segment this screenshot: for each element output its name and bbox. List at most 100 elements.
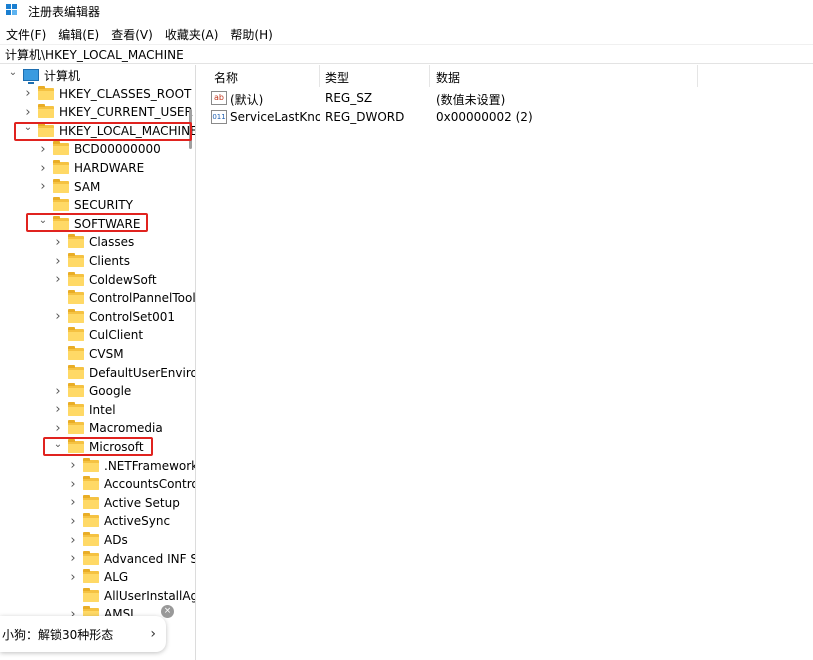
tree-item[interactable]: CulClient <box>53 326 143 344</box>
value-data: (数值未设置) <box>436 93 506 107</box>
column-type[interactable]: 类型 <box>325 69 349 86</box>
chevron-right-icon[interactable]: › <box>53 235 63 250</box>
tree-item[interactable]: › BCD00000000 <box>38 140 161 158</box>
string-value-icon: ab <box>211 91 227 105</box>
chevron-right-icon[interactable]: › <box>68 458 78 473</box>
tree-item[interactable]: AllUserInstallAg <box>68 587 196 605</box>
chevron-right-icon[interactable]: › <box>53 402 63 417</box>
chevron-right-icon[interactable]: › <box>68 551 78 566</box>
chevron-right-icon[interactable]: › <box>68 514 78 529</box>
toast-text: 小狗：解锁30种形态 <box>2 627 114 642</box>
column-divider[interactable] <box>697 65 698 87</box>
tree-item-label: Intel <box>89 402 116 417</box>
notification-toast[interactable]: 小狗：解锁30种形态 › <box>0 616 166 652</box>
folder-icon <box>53 160 69 174</box>
chevron-right-icon[interactable]: › <box>53 272 63 287</box>
folder-icon <box>83 532 99 546</box>
folder-icon <box>83 569 99 584</box>
tree-item[interactable]: › Clients <box>53 252 130 270</box>
title-bar: 注册表编辑器 <box>0 0 813 22</box>
chevron-right-icon[interactable]: › <box>53 254 63 269</box>
value-name: ServiceLastKno... <box>230 110 320 124</box>
tree-item[interactable]: › ALG <box>68 568 128 586</box>
tree-item[interactable]: › ActiveSync <box>68 512 170 530</box>
tree-item[interactable]: › HKEY_CLASSES_ROOT <box>23 85 191 103</box>
chevron-right-icon[interactable]: › <box>38 161 48 176</box>
tree-item[interactable]: › ControlSet001 <box>53 308 175 326</box>
menu-view[interactable]: 查看(V) <box>111 26 153 43</box>
tree-item-label: AccountsControl <box>104 477 196 492</box>
tree-item[interactable]: › Classes <box>53 233 134 251</box>
column-divider[interactable] <box>429 65 430 87</box>
address-bar[interactable]: 计算机\HKEY_LOCAL_MACHINE <box>0 44 813 64</box>
value-row[interactable]: 011 ServiceLastKno... REG_DWORD 0x000000… <box>205 108 813 127</box>
folder-icon <box>83 550 99 565</box>
highlight-microsoft <box>43 437 153 456</box>
tree-item[interactable]: › Active Setup <box>68 494 180 512</box>
tree-item[interactable]: › Google <box>53 382 131 400</box>
tree-item[interactable]: CVSM <box>53 345 124 363</box>
tree-item[interactable]: › Intel <box>53 401 116 419</box>
chevron-placeholder <box>68 591 78 601</box>
tree-item-label: Clients <box>89 254 130 268</box>
tree-item-label: AllUserInstallAg <box>104 588 196 603</box>
tree-item-label: HKEY_CLASSES_ROOT <box>59 86 192 101</box>
chevron-down-icon[interactable]: ⌄ <box>8 67 18 78</box>
tree-pane[interactable]: ⌄ 计算机 › HKEY_CLASSES_ROOT › HKEY_CURRENT_USER… <box>0 65 196 660</box>
folder-icon <box>68 383 84 398</box>
tree-item[interactable]: › HKEY_CURRENT_USER <box>23 103 193 121</box>
tree-item[interactable]: › ADs <box>68 531 128 549</box>
tree-item-label: ControlPannelTool <box>89 291 196 306</box>
tree-item-label: SAM <box>74 179 101 194</box>
tree-item-label: Active Setup <box>104 495 180 510</box>
menu-file[interactable]: 文件(F) <box>6 26 46 43</box>
tree-item[interactable]: › .NETFramework <box>68 457 195 475</box>
tree-scrollbar[interactable] <box>187 65 193 660</box>
chevron-right-icon[interactable]: › <box>53 309 63 324</box>
tree-item[interactable]: › HARDWARE <box>38 159 144 177</box>
chevron-right-icon[interactable]: › <box>23 105 33 120</box>
folder-icon <box>68 234 84 249</box>
close-icon[interactable]: × <box>161 605 174 618</box>
column-data[interactable]: 数据 <box>436 69 460 86</box>
chevron-right-icon[interactable]: › <box>150 626 156 642</box>
chevron-placeholder <box>53 368 63 378</box>
tree-item[interactable]: › Macromedia <box>53 419 163 437</box>
value-row[interactable]: ab (默认) REG_SZ (数值未设置) <box>205 89 813 108</box>
folder-icon <box>53 197 69 212</box>
tree-item-label: Macromedia <box>89 421 163 436</box>
chevron-right-icon[interactable]: › <box>68 477 78 492</box>
values-pane[interactable]: 名称 类型 数据 ab (默认) REG_SZ (数值未设置) 011 Serv… <box>205 65 813 660</box>
value-name: (默认) <box>230 93 264 107</box>
chevron-right-icon[interactable]: › <box>23 86 33 101</box>
tree-item[interactable]: › AccountsControl <box>68 475 196 493</box>
folder-icon <box>68 253 84 267</box>
menu-edit[interactable]: 编辑(E) <box>58 26 99 43</box>
tree-item[interactable]: ControlPannelTool <box>53 289 196 307</box>
folder-icon <box>83 513 99 528</box>
tree-item[interactable]: ⌄ 计算机 <box>8 66 80 84</box>
column-divider[interactable] <box>319 65 320 87</box>
tree-item[interactable]: DefaultUserEnviron <box>53 364 195 382</box>
tree-item-label: ActiveSync <box>104 514 171 529</box>
folder-icon <box>53 178 69 193</box>
chevron-right-icon[interactable]: › <box>38 179 48 194</box>
chevron-right-icon[interactable]: › <box>68 570 78 585</box>
tree-item-label: 计算机 <box>44 68 81 83</box>
tree-item[interactable]: › Advanced INF S <box>68 550 195 568</box>
chevron-right-icon[interactable]: › <box>38 142 48 157</box>
registry-editor-icon <box>6 4 20 18</box>
tree-item[interactable]: › SAM <box>38 178 100 196</box>
column-name[interactable]: 名称 <box>214 69 238 86</box>
tree-item[interactable]: SECURITY <box>38 196 133 214</box>
tree-item-label: CVSM <box>89 347 124 361</box>
chevron-right-icon[interactable]: › <box>53 384 63 399</box>
dword-value-icon: 011 <box>211 110 227 124</box>
chevron-right-icon[interactable]: › <box>53 421 63 436</box>
chevron-right-icon[interactable]: › <box>68 495 78 510</box>
tree-item[interactable]: › ColdewSoft <box>53 271 157 289</box>
menu-favorites[interactable]: 收藏夹(A) <box>165 26 219 43</box>
chevron-right-icon[interactable]: › <box>68 533 78 548</box>
menu-help[interactable]: 帮助(H) <box>230 26 272 43</box>
highlight-hklm <box>14 122 192 141</box>
